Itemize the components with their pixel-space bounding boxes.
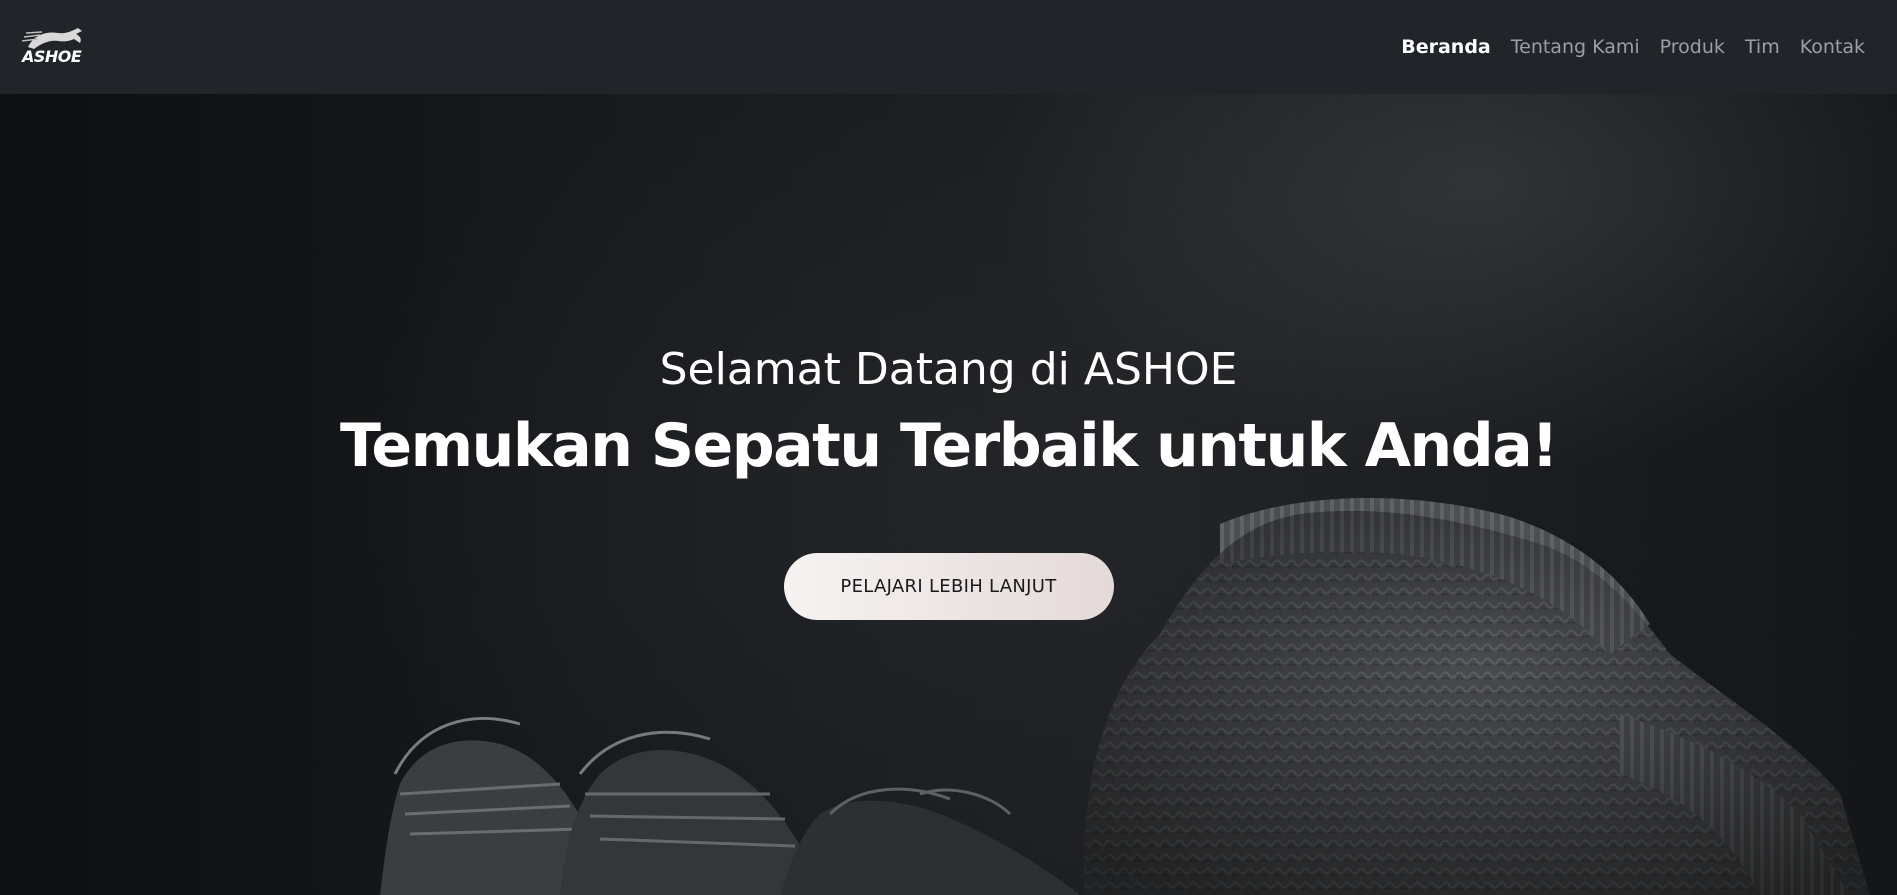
brand-logo-text: ASHOE	[22, 47, 82, 66]
nav-menu: Beranda Tentang Kami Produk Tim Kontak	[1391, 36, 1875, 58]
nav-item-beranda[interactable]: Beranda	[1391, 36, 1501, 58]
hero-content: Selamat Datang di ASHOE Temukan Sepatu T…	[0, 94, 1897, 895]
navbar: ASHOE Beranda Tentang Kami Produk Tim Ko…	[0, 0, 1897, 94]
brand-logo[interactable]: ASHOE	[20, 25, 94, 69]
nav-item-tentang-kami[interactable]: Tentang Kami	[1501, 36, 1650, 58]
hero-section: Selamat Datang di ASHOE Temukan Sepatu T…	[0, 94, 1897, 895]
nav-item-kontak[interactable]: Kontak	[1790, 36, 1875, 58]
hero-title: Temukan Sepatu Terbaik untuk Anda!	[339, 411, 1559, 481]
nav-item-produk[interactable]: Produk	[1650, 36, 1735, 58]
hero-subtitle: Selamat Datang di ASHOE	[659, 344, 1238, 395]
learn-more-button[interactable]: PELAJARI LEBIH LANJUT	[783, 553, 1114, 620]
nav-item-tim[interactable]: Tim	[1735, 36, 1790, 58]
